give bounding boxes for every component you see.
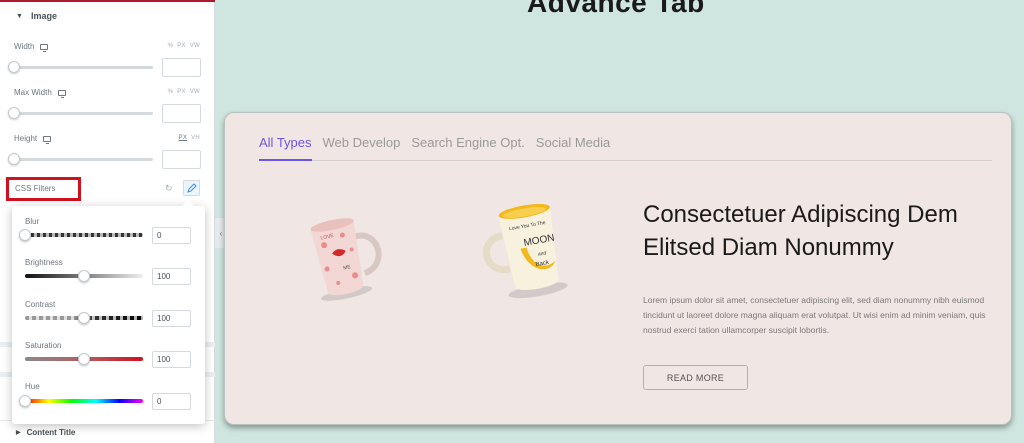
tab-social-media[interactable]: Social Media [536,135,610,150]
width-input[interactable] [162,58,201,77]
brightness-input[interactable]: 100 [152,268,191,285]
desktop-icon[interactable] [40,43,49,52]
unit-px[interactable]: PX [177,43,186,49]
height-slider[interactable] [14,158,153,161]
unit-vh[interactable]: VH [191,135,200,141]
height-label: Height [14,134,52,144]
desktop-icon[interactable] [43,135,52,144]
hue-label: Hue [25,382,40,391]
tab-divider [259,160,992,161]
unit-percent[interactable]: % [168,89,174,95]
card-title: Consectetuer Adipiscing Dem Elitsed Diam… [643,201,958,261]
section-title: Image [30,11,57,21]
caret-right-icon: ▶ [16,429,21,436]
width-label: Width [14,42,49,52]
unit-vw[interactable]: VW [190,89,200,95]
pencil-icon [187,183,197,193]
hue-slider[interactable] [25,399,143,403]
love-mug-image: LOVE ME [310,218,382,301]
moon-mug-image: Love You To The MOON and Back [483,203,568,299]
contrast-input[interactable]: 100 [152,310,191,327]
tab-search-engine-opt[interactable]: Search Engine Opt. [411,135,524,150]
unit-px[interactable]: PX [179,135,188,141]
reset-icon[interactable]: ↻ [165,183,173,194]
caret-down-icon: ▼ [16,12,23,20]
width-slider[interactable] [14,66,153,69]
card-body-text: Lorem ipsum dolor sit amet, consectetuer… [643,295,986,335]
height-units[interactable]: PX VH [179,135,200,141]
brightness-label: Brightness [25,258,63,267]
desktop-icon[interactable] [57,89,66,98]
edit-filters-button[interactable] [183,180,200,196]
page-heading: Advance Tab [527,0,705,18]
height-slider-handle[interactable] [8,153,20,165]
height-input[interactable] [162,150,201,169]
tab-web-develop[interactable]: Web Develop [323,135,401,150]
max-width-input[interactable] [162,104,201,123]
css-filters-popover: Blur 0 Brightness 100 Contrast 100 Satur… [12,200,205,424]
chevron-left-icon: ‹ [219,228,223,238]
saturation-slider-handle[interactable] [78,353,90,365]
tab-all-types[interactable]: All Types [259,135,312,150]
image-section-header[interactable]: ▼ Image [0,2,215,30]
brightness-slider-handle[interactable] [78,270,90,282]
contrast-slider-handle[interactable] [78,312,90,324]
hue-input[interactable]: 0 [152,393,191,410]
max-width-label: Max Width [14,88,66,98]
section-title: Content Title [26,427,76,437]
blur-input[interactable]: 0 [152,227,191,244]
max-width-units[interactable]: % PX VW [168,89,200,95]
hue-slider-handle[interactable] [19,395,31,407]
width-units[interactable]: % PX VW [168,43,200,49]
blur-slider-handle[interactable] [19,229,31,241]
contrast-label: Contrast [25,300,56,309]
saturation-input[interactable]: 100 [152,351,191,368]
read-more-button[interactable]: READ MORE [643,365,748,390]
unit-vw[interactable]: VW [190,43,200,49]
max-width-slider-handle[interactable] [8,107,20,119]
tab-list: All Types Web Develop Search Engine Opt.… [259,135,621,150]
max-width-slider[interactable] [14,112,153,115]
saturation-label: Saturation [25,341,62,350]
active-tab-indicator [259,159,312,161]
blur-slider[interactable] [25,233,143,237]
unit-percent[interactable]: % [168,43,174,49]
width-slider-handle[interactable] [8,61,20,73]
css-filters-label: CSS Filters [6,177,81,201]
unit-px[interactable]: PX [177,89,186,95]
advance-tab-card: All Types Web Develop Search Engine Opt.… [224,112,1012,425]
blur-label: Blur [25,217,40,226]
